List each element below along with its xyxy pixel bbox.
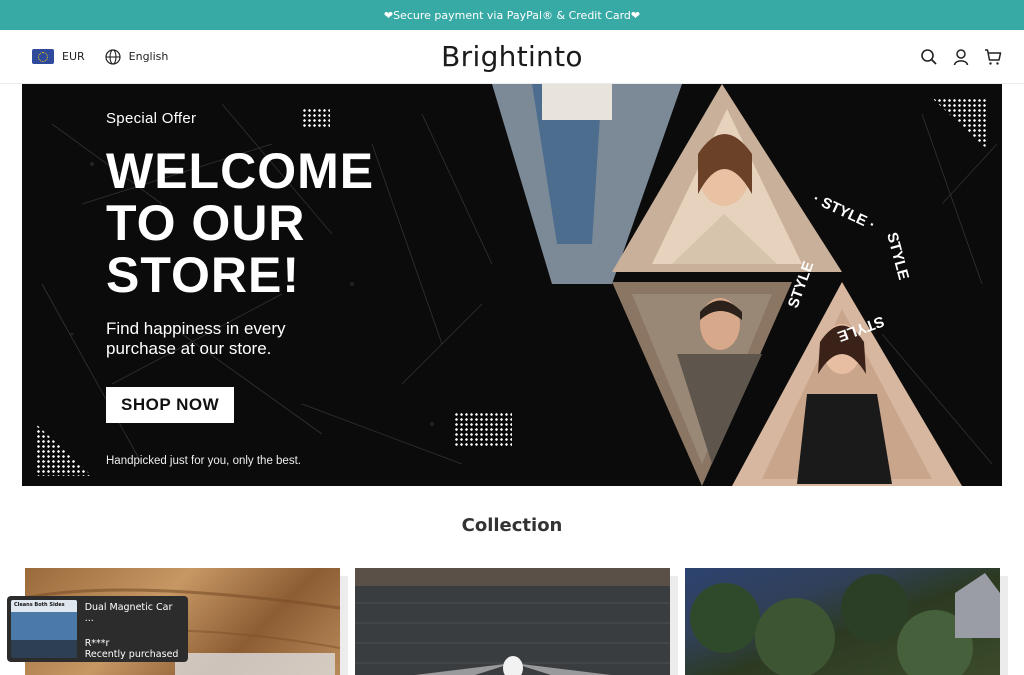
locale-selectors: EUR English <box>32 48 169 65</box>
card-divider <box>1000 576 1008 675</box>
announcement-text: ❤Secure payment via PayPal® & Credit Car… <box>383 8 641 22</box>
svg-text:· STYLE ·: · STYLE · <box>810 190 878 234</box>
hero-headline: WELCOME TO OUR STORE! <box>106 145 374 301</box>
hero-tagline: Handpicked just for you, only the best. <box>106 455 301 467</box>
popup-image-tag: Cleans Both Sides <box>14 602 65 608</box>
card-divider <box>340 576 348 675</box>
dot-pattern-middle <box>454 412 512 446</box>
shop-now-button[interactable]: SHOP NOW <box>106 387 235 423</box>
hero-text-block: Special Offer WELCOME TO OUR STORE! Find… <box>106 110 374 467</box>
garden-trees-image <box>690 573 1000 675</box>
popup-info: Dual Magnetic Car ... R***r Recently pur… <box>84 600 184 660</box>
eu-flag-icon[interactable] <box>32 49 54 64</box>
popup-product-name[interactable]: Dual Magnetic Car ... <box>85 602 184 624</box>
cart-icon[interactable] <box>984 48 1002 66</box>
headline-line-2: TO OUR <box>106 195 306 251</box>
special-offer-label: Special Offer <box>106 110 197 127</box>
recent-purchase-popup[interactable]: Cleans Both Sides Dual Magnetic Car ... … <box>7 596 188 662</box>
card-divider <box>670 576 678 675</box>
account-icon[interactable] <box>952 48 970 66</box>
announcement-bar: ❤Secure payment via PayPal® & Credit Car… <box>0 0 1024 30</box>
collection-card-3[interactable] <box>685 568 1000 675</box>
car-headlight-image <box>355 602 670 675</box>
popup-buyer: R***r <box>84 638 110 649</box>
header-actions <box>920 48 1002 66</box>
popup-product-image: Cleans Both Sides <box>11 600 77 658</box>
search-icon[interactable] <box>920 48 938 66</box>
popup-status: Recently purchased <box>84 649 179 660</box>
collection-heading: Collection <box>461 515 563 536</box>
fashion-photo-collage: · STYLE · STYLE STYLE STYLE <box>492 84 962 486</box>
collection-card-2[interactable] <box>355 568 670 675</box>
globe-icon[interactable] <box>105 48 121 65</box>
currency-selector[interactable]: EUR <box>62 50 85 63</box>
svg-text:STYLE: STYLE <box>883 231 912 282</box>
hero-banner: · STYLE · STYLE STYLE STYLE Special Offe… <box>22 84 1002 486</box>
site-header: EUR English Brightinto <box>0 30 1024 84</box>
headline-line-3: STORE! <box>106 247 300 303</box>
hero-subtext: Find happiness in every purchase at our … <box>106 319 286 358</box>
language-selector[interactable]: English <box>129 50 169 63</box>
headline-line-1: WELCOME <box>106 143 375 199</box>
